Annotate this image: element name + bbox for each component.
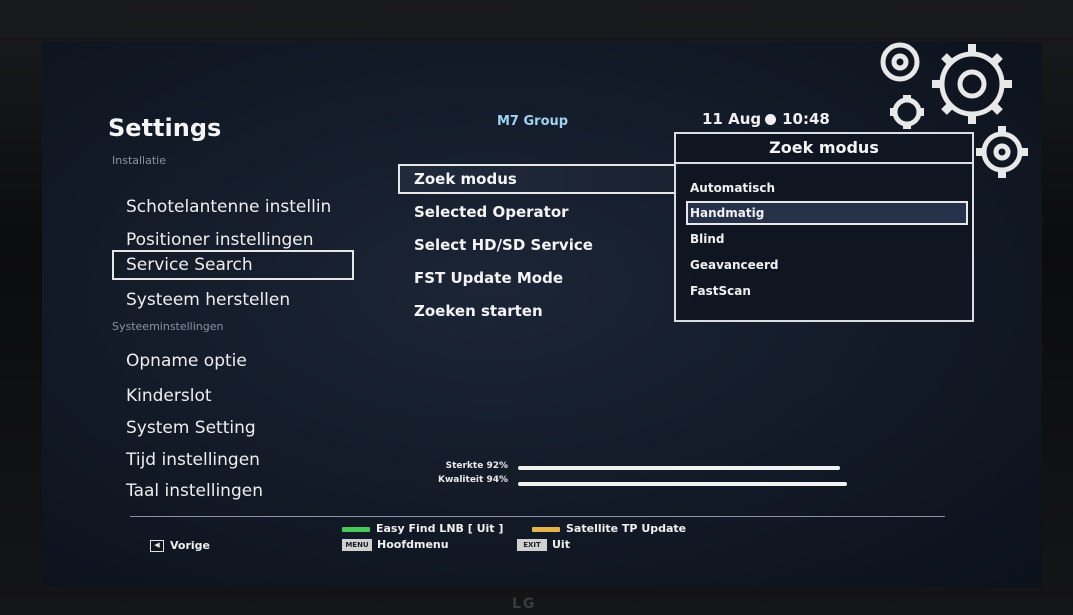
popup-title: Zoek modus [676, 134, 972, 164]
option-item[interactable]: Select HD/SD Service [398, 230, 678, 260]
signal-quality-fill [518, 482, 847, 486]
popup-option[interactable]: Handmatig [686, 201, 968, 225]
back-label: Vorige [170, 539, 210, 552]
signal-strength-label: Sterkte 92% [445, 461, 508, 471]
option-item[interactable]: Zoeken starten [398, 296, 678, 326]
menu-key-icon: MENU [342, 539, 372, 551]
sidebar-item[interactable]: Kinderslot [112, 381, 354, 411]
page-title: Settings [108, 114, 222, 142]
yellow-key-icon [532, 526, 560, 532]
popup-option[interactable]: Geavanceerd [688, 253, 970, 277]
menu-key-label: Hoofdmenu [377, 538, 449, 551]
section-label-systeeminstellingen: Systeeminstellingen [112, 320, 224, 333]
yellow-key-hint[interactable]: Satellite TP Update [532, 522, 686, 536]
left-arrow-key-icon: ◀ [150, 540, 164, 552]
green-key-label: Easy Find LNB [ Uit ] [376, 522, 504, 535]
signal-quality-bar [518, 482, 868, 486]
option-item[interactable]: Zoek modus [398, 164, 678, 194]
section-label-installatie: Installatie [112, 154, 166, 167]
tv-screen: Settings Installatie Systeeminstellingen… [42, 42, 1042, 587]
sidebar-item[interactable]: Service Search [112, 250, 354, 280]
date-text: 11 Aug [702, 110, 762, 128]
time-text: 10:48 [782, 110, 830, 128]
exit-key-label: Uit [552, 538, 570, 551]
green-key-hint[interactable]: Easy Find LNB [ Uit ] [342, 522, 503, 536]
popup-option[interactable]: Automatisch [688, 176, 970, 200]
option-item[interactable]: Selected Operator [398, 197, 678, 227]
sidebar-item[interactable]: Tijd instellingen [112, 445, 354, 475]
signal-quality-label: Kwaliteit 94% [437, 475, 508, 485]
option-item[interactable]: FST Update Mode [398, 263, 678, 293]
back-hint[interactable]: ◀ Vorige [150, 539, 210, 553]
sidebar-item[interactable]: System Setting [112, 413, 354, 443]
tv-brand-logo: LG [512, 596, 537, 612]
popup-option[interactable]: FastScan [688, 279, 970, 303]
sidebar-item[interactable]: Taal instellingen [112, 476, 354, 506]
operator-name: M7 Group [497, 114, 569, 129]
sidebar-item[interactable]: Systeem herstellen [112, 285, 354, 315]
sidebar-item[interactable]: Opname optie [112, 346, 354, 376]
exit-key-hint[interactable]: EXIT Uit [517, 538, 570, 552]
signal-strength-fill [518, 466, 840, 470]
date-time: 11 Aug 10:48 [702, 110, 830, 128]
footer-divider [130, 516, 945, 517]
yellow-key-label: Satellite TP Update [566, 522, 687, 535]
sidebar-item[interactable]: Schotelantenne instellin [112, 192, 354, 222]
menu-key-hint[interactable]: MENU Hoofdmenu [342, 538, 449, 552]
green-key-icon [342, 526, 370, 532]
clock-dot-icon [765, 114, 777, 125]
zoek-modus-popup: Zoek modus Automatisch Handmatig Blind Geav… [674, 132, 974, 322]
signal-strength-bar [518, 466, 868, 470]
popup-option[interactable]: Blind [688, 227, 970, 251]
exit-key-icon: EXIT [517, 539, 547, 551]
